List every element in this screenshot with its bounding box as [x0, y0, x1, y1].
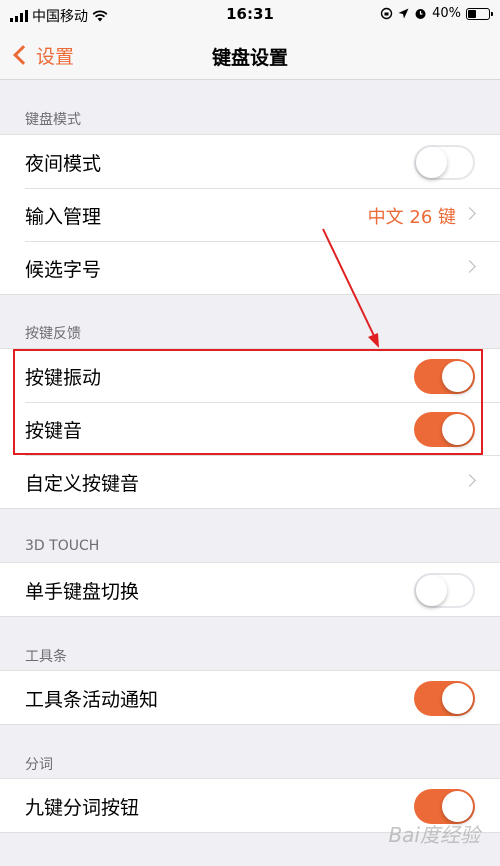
night-mode-toggle[interactable] [414, 145, 475, 180]
key-sound-toggle[interactable] [414, 412, 475, 447]
toolbar-notify-toggle[interactable] [414, 681, 475, 716]
row-key-vibration: 按键振动 [0, 349, 500, 402]
toggle-knob [442, 683, 473, 714]
key-vibration-toggle[interactable] [414, 359, 475, 394]
row-key-sound: 按键音 [0, 402, 500, 455]
section-header-segmentation: 分词 [25, 757, 53, 773]
chevron-right-icon [463, 474, 476, 487]
group-toolbar: 工具条活动通知 [0, 670, 500, 725]
row-label: 夜间模式 [25, 153, 102, 175]
row-label: 按键振动 [25, 367, 102, 389]
toggle-knob [442, 361, 473, 392]
row-label: 自定义按键音 [25, 473, 140, 495]
section-header-key-feedback: 按键反馈 [25, 326, 81, 342]
group-key-feedback: 按键振动 按键音 自定义按键音 [0, 348, 500, 509]
row-input-management[interactable]: 输入管理 中文 26 键 [0, 188, 500, 241]
group-keyboard-mode: 夜间模式 输入管理 中文 26 键 候选字号 [0, 134, 500, 295]
nav-bar: 设置 键盘设置 [0, 30, 500, 80]
section-header-toolbar: 工具条 [25, 649, 67, 665]
rotation-lock-icon [380, 7, 393, 20]
row-toolbar-notify: 工具条活动通知 [0, 671, 500, 724]
status-bar: 中国移动 16:31 40% [0, 0, 500, 30]
row-custom-key-sound[interactable]: 自定义按键音 [0, 455, 500, 508]
group-3d-touch: 单手键盘切换 [0, 562, 500, 617]
status-right: 40% [380, 6, 493, 21]
row-label: 按键音 [25, 420, 83, 442]
battery-percent: 40% [432, 6, 461, 21]
toggle-knob [442, 414, 473, 445]
row-label: 九键分词按钮 [25, 797, 140, 819]
toggle-knob [442, 791, 473, 822]
battery-icon [466, 7, 493, 20]
row-label: 工具条活动通知 [25, 689, 159, 711]
one-hand-switch-toggle[interactable] [414, 573, 475, 608]
battery-fill [468, 9, 476, 18]
chevron-right-icon [463, 260, 476, 273]
row-night-mode: 夜间模式 [0, 135, 500, 188]
row-label: 输入管理 [25, 206, 102, 228]
alarm-icon [415, 9, 426, 19]
row-candidate-font-size[interactable]: 候选字号 [0, 241, 500, 294]
row-one-hand-switch: 单手键盘切换 [0, 563, 500, 616]
section-header-keyboard-mode: 键盘模式 [25, 112, 81, 128]
row-label: 候选字号 [25, 259, 102, 281]
toggle-knob [416, 575, 447, 606]
input-management-value: 中文 26 键 [367, 207, 456, 228]
row-label: 单手键盘切换 [25, 581, 140, 603]
chevron-right-icon [463, 207, 476, 220]
toggle-knob [416, 147, 447, 178]
section-header-3d-touch: 3D TOUCH [25, 538, 100, 554]
page-title: 键盘设置 [211, 47, 288, 69]
location-icon [398, 8, 409, 19]
watermark: Bai度经验 [388, 823, 480, 847]
